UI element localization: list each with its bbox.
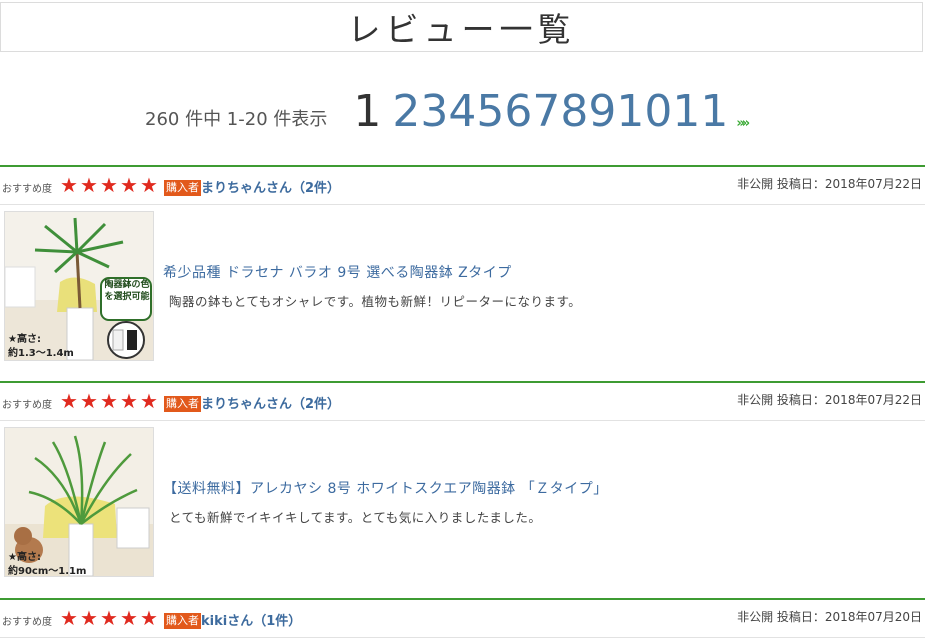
- buyer-badge: 購入者: [164, 180, 201, 196]
- reviewer-link[interactable]: まりちゃんさん（2件）: [201, 177, 340, 196]
- page-list: 1 2 3 4 5 6 7 8 9 10 11 »»: [353, 86, 750, 137]
- star-icon: ★: [100, 606, 118, 630]
- star-icon: ★: [120, 173, 138, 197]
- star-icon: ★: [80, 173, 98, 197]
- star-icon: ★: [120, 606, 138, 630]
- star-icon: ★: [140, 173, 158, 197]
- review-body: 陶器鉢の色を選択可能 ★高さ: 約1.3〜1.4m 希少品種 ドラセナ バラオ …: [0, 205, 925, 380]
- page-link-7[interactable]: 7: [532, 90, 560, 134]
- page-link-10[interactable]: 10: [616, 90, 672, 134]
- review-item: おすすめ度 ★ ★ ★ ★ ★ 購入者 kikiさん（1件） 非公開 投稿日：2…: [0, 598, 925, 638]
- page-link-9[interactable]: 9: [588, 90, 616, 134]
- review-meta: 非公開 投稿日：2018年07月20日: [737, 610, 922, 624]
- page-link-4[interactable]: 4: [448, 90, 476, 134]
- thumb-height-value: 約1.3〜1.4m: [8, 348, 74, 359]
- star-icon: ★: [120, 389, 138, 413]
- product-thumbnail[interactable]: ★高さ: 約90cm〜1.1m: [4, 427, 154, 577]
- review-header: おすすめ度 ★ ★ ★ ★ ★ 購入者 まりちゃんさん（2件） 非公開 投稿日：…: [0, 165, 925, 205]
- page-link-5[interactable]: 5: [476, 90, 504, 134]
- result-count: 260 件中 1-20 件表示: [145, 109, 328, 130]
- star-icon: ★: [80, 606, 98, 630]
- thumb-caption: 陶器鉢の色を選択可能: [104, 280, 150, 302]
- star-rating: ★ ★ ★ ★ ★: [59, 608, 159, 628]
- recommendation-label: おすすめ度: [2, 400, 52, 411]
- buyer-badge: 購入者: [164, 613, 201, 629]
- next-page-arrow-icon[interactable]: »»: [736, 116, 750, 131]
- review-text: とても新鮮でイキイキしてます。とても気に入りましたました。: [169, 510, 542, 525]
- page-header: レビュー一覧: [0, 2, 923, 52]
- product-thumbnail[interactable]: 陶器鉢の色を選択可能 ★高さ: 約1.3〜1.4m: [4, 211, 154, 361]
- product-link[interactable]: 【送料無料】アレカヤシ 8号 ホワイトスクエア陶器鉢 「Ｚタイプ」: [163, 478, 608, 498]
- review-header: おすすめ度 ★ ★ ★ ★ ★ 購入者 まりちゃんさん（2件） 非公開 投稿日：…: [0, 381, 925, 421]
- star-icon: ★: [60, 389, 78, 413]
- reviewer-link[interactable]: まりちゃんさん（2件）: [201, 393, 340, 412]
- review-meta: 非公開 投稿日：2018年07月22日: [737, 393, 922, 407]
- thumb-height-label: ★高さ:: [8, 552, 41, 563]
- star-icon: ★: [100, 389, 118, 413]
- thumb-height-value: 約90cm〜1.1m: [8, 566, 87, 577]
- review-body: ★高さ: 約90cm〜1.1m 【送料無料】アレカヤシ 8号 ホワイトスクエア陶…: [0, 421, 925, 596]
- page-title: レビュー一覧: [347, 10, 576, 49]
- product-link[interactable]: 希少品種 ドラセナ バラオ 9号 選べる陶器鉢 Zタイプ: [163, 262, 512, 282]
- review-header: おすすめ度 ★ ★ ★ ★ ★ 購入者 kikiさん（1件） 非公開 投稿日：2…: [0, 598, 925, 638]
- page-current: 1: [353, 86, 382, 137]
- review-item: おすすめ度 ★ ★ ★ ★ ★ 購入者 まりちゃんさん（2件） 非公開 投稿日：…: [0, 381, 925, 596]
- star-icon: ★: [100, 173, 118, 197]
- star-icon: ★: [140, 389, 158, 413]
- thumb-height-label: ★高さ:: [8, 334, 41, 345]
- star-rating: ★ ★ ★ ★ ★: [59, 391, 159, 411]
- page-link-3[interactable]: 3: [420, 90, 448, 134]
- star-icon: ★: [140, 606, 158, 630]
- recommendation-label: おすすめ度: [2, 184, 52, 195]
- page-link-6[interactable]: 6: [504, 90, 532, 134]
- star-icon: ★: [60, 173, 78, 197]
- star-rating: ★ ★ ★ ★ ★: [59, 175, 159, 195]
- page-link-8[interactable]: 8: [560, 90, 588, 134]
- recommendation-label: おすすめ度: [2, 617, 52, 628]
- pagination: 260 件中 1-20 件表示 1 2 3 4 5 6 7 8 9 10 11 …: [145, 84, 750, 140]
- review-item: おすすめ度 ★ ★ ★ ★ ★ 購入者 まりちゃんさん（2件） 非公開 投稿日：…: [0, 165, 925, 380]
- review-meta: 非公開 投稿日：2018年07月22日: [737, 177, 922, 191]
- star-icon: ★: [80, 389, 98, 413]
- buyer-badge: 購入者: [164, 396, 201, 412]
- page-link-11[interactable]: 11: [672, 90, 728, 134]
- reviewer-link[interactable]: kikiさん（1件）: [201, 610, 301, 629]
- star-icon: ★: [60, 606, 78, 630]
- review-text: 陶器の鉢もとてもオシャレです。植物も新鮮！リピーターになります。: [169, 294, 582, 309]
- page-link-2[interactable]: 2: [392, 90, 420, 134]
